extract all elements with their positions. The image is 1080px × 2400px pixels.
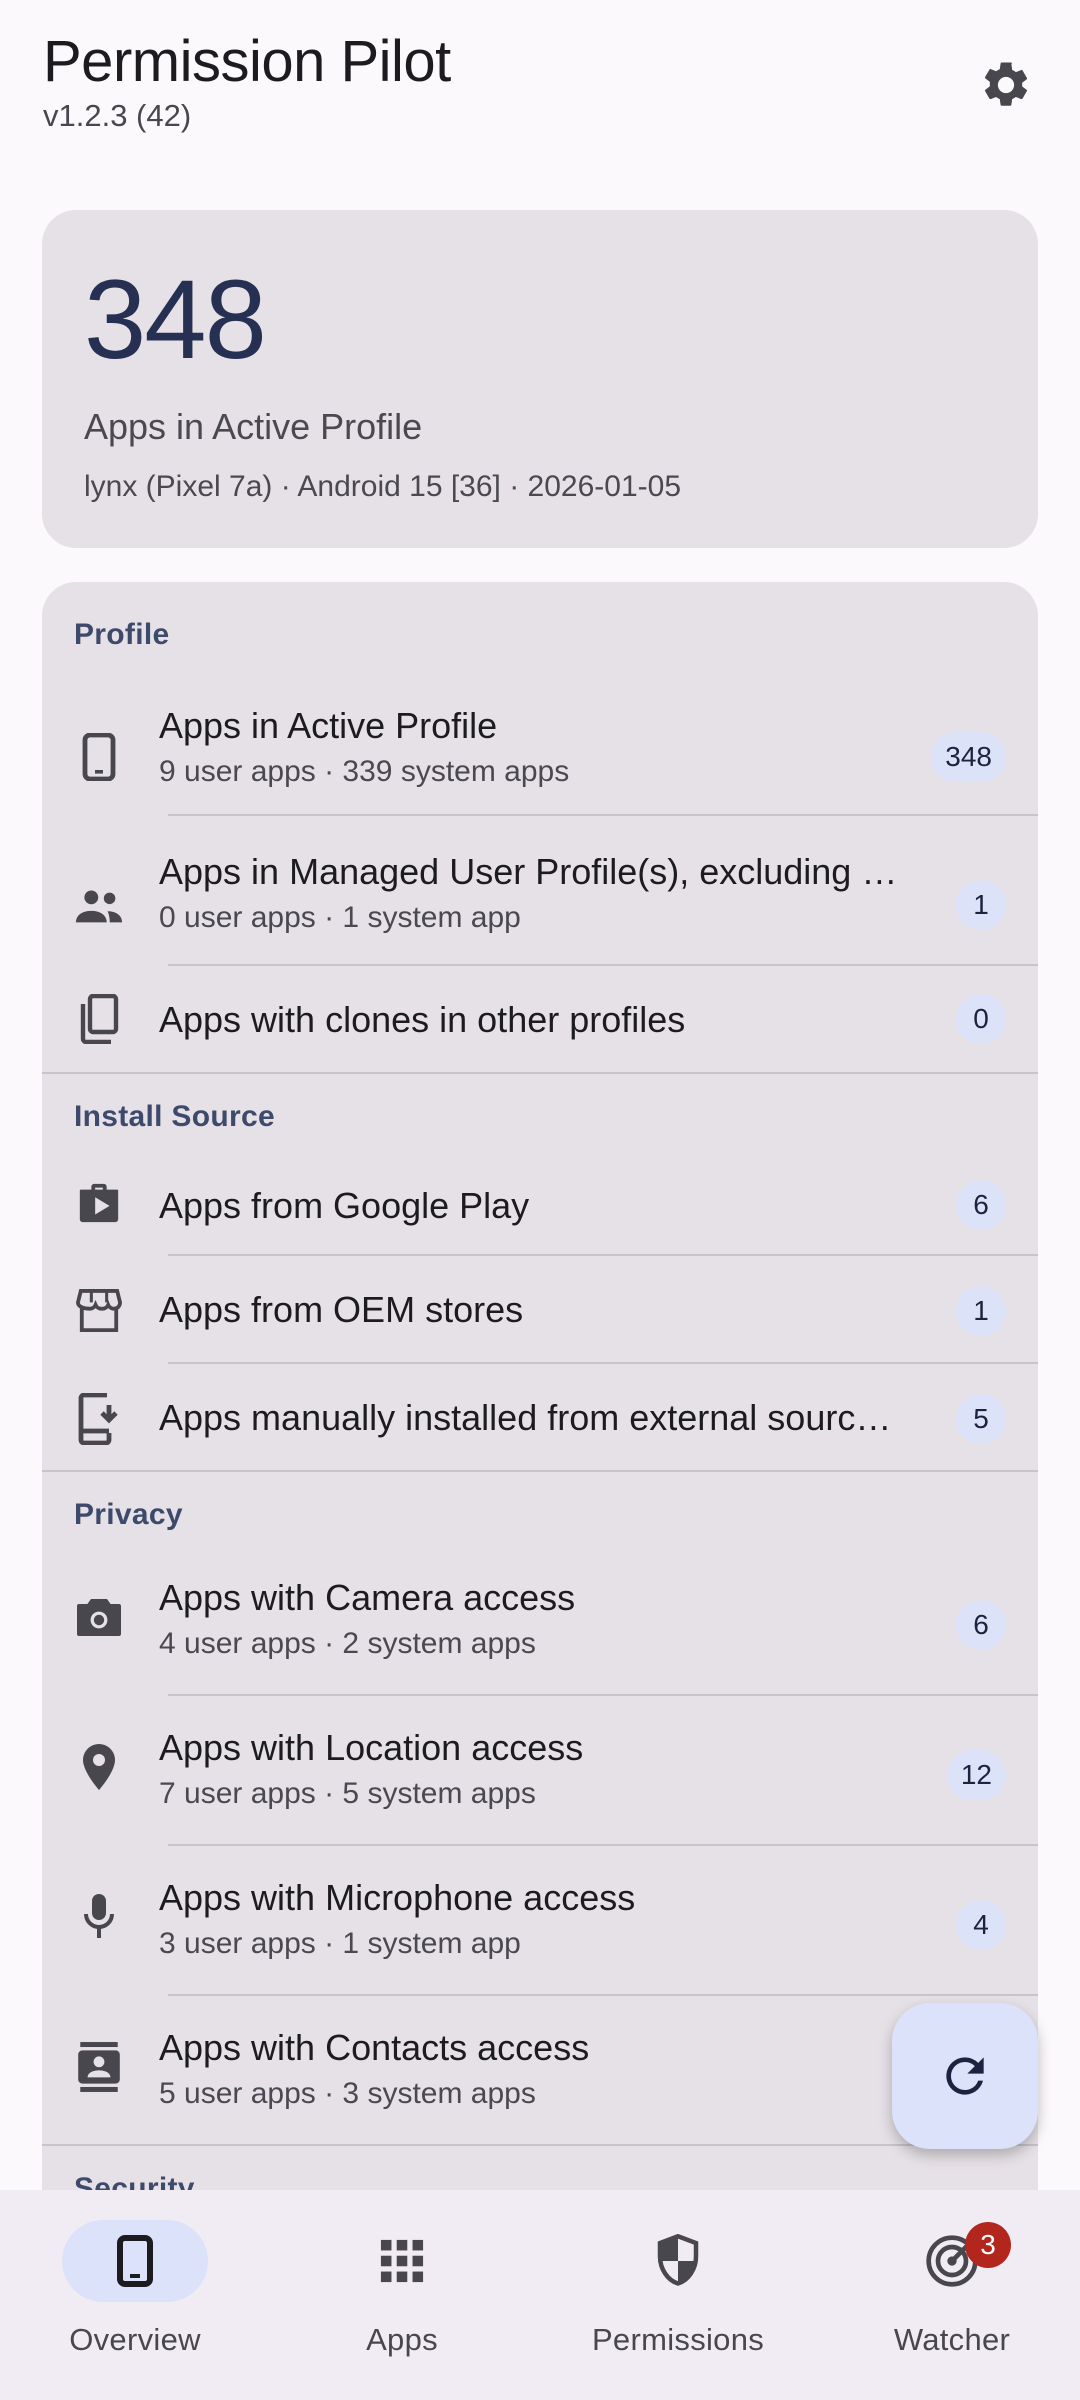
- list-item-camera[interactable]: Apps with Camera access 4 user apps · 2 …: [42, 1542, 1038, 1692]
- list-item-active-profile[interactable]: Apps in Active Profile 9 user apps · 339…: [42, 682, 1038, 832]
- app-header: Permission Pilot v1.2.3 (42): [43, 28, 1037, 148]
- phone-icon: [117, 2235, 153, 2287]
- list-item-title: Apps with Location access: [159, 1727, 584, 1768]
- list-item-title: Apps with Camera access: [159, 1577, 576, 1618]
- section-title-install-source: Install Source: [74, 1100, 275, 1133]
- list-item-microphone[interactable]: Apps with Microphone access 3 user apps …: [42, 1846, 1038, 1996]
- list-item-title: Apps with Microphone access: [159, 1877, 636, 1918]
- count-badge: 1: [956, 880, 1006, 930]
- people-icon: [74, 882, 124, 932]
- divider: [168, 1254, 1038, 1256]
- storefront-icon: [74, 1286, 124, 1336]
- section-divider: [42, 1072, 1038, 1074]
- location-pin-icon: [74, 1742, 124, 1792]
- count-badge: 12: [946, 1750, 1006, 1800]
- count-badge: 4: [956, 1900, 1006, 1950]
- refresh-icon: [946, 2057, 984, 2095]
- list-item-title: Apps with clones in other profiles: [159, 999, 686, 1040]
- shield-icon: [657, 2234, 699, 2286]
- count-badge: 5: [956, 1394, 1006, 1444]
- list-item-subtitle: 4 user apps · 2 system apps: [159, 1627, 536, 1660]
- copy-icon: [74, 994, 124, 1044]
- section-title-profile: Profile: [74, 618, 170, 651]
- camera-icon: [74, 1592, 124, 1642]
- apps-grid-icon: [380, 2239, 424, 2283]
- refresh-button[interactable]: [892, 2003, 1038, 2149]
- list-item-title: Apps with Contacts access: [159, 2027, 590, 2068]
- count-badge: 1: [956, 1286, 1006, 1336]
- list-item-title: Apps in Managed User Profile(s), excludi…: [159, 851, 898, 892]
- divider: [168, 1362, 1038, 1364]
- section-divider: [42, 2144, 1038, 2146]
- nav-item-watcher[interactable]: 3 Watcher: [817, 2220, 1080, 2358]
- list-item-clones[interactable]: Apps with clones in other profiles 0: [42, 966, 1038, 1072]
- count-badge: 0: [956, 994, 1006, 1044]
- nav-item-overview[interactable]: Overview: [0, 2220, 270, 2358]
- count-badge: 6: [956, 1600, 1006, 1650]
- device-info: lynx (Pixel 7a) · Android 15 [36] · 2026…: [84, 470, 681, 503]
- app-version: v1.2.3 (42): [43, 98, 192, 133]
- phone-icon: [74, 732, 124, 782]
- settings-button[interactable]: [975, 54, 1037, 116]
- nav-pill: [605, 2220, 751, 2302]
- divider: [168, 814, 1038, 816]
- app-title: Permission Pilot: [43, 29, 451, 94]
- count-badge: 6: [956, 1180, 1006, 1230]
- section-title-privacy: Privacy: [74, 1498, 183, 1531]
- list-item-managed-profiles[interactable]: Apps in Managed User Profile(s), excludi…: [42, 832, 1038, 982]
- list-item-title: Apps from Google Play: [159, 1185, 530, 1226]
- list-item-subtitle: 7 user apps · 5 system apps: [159, 1777, 536, 1810]
- nav-label: Overview: [69, 2322, 201, 2357]
- summary-label: Apps in Active Profile: [84, 406, 423, 447]
- nav-item-apps[interactable]: Apps: [267, 2220, 537, 2358]
- notification-badge: 3: [965, 2222, 1011, 2268]
- category-list: Profile Apps in Active Profile 9 user ap…: [42, 582, 1038, 2400]
- nav-pill: [62, 2220, 208, 2302]
- nav-label: Apps: [366, 2322, 438, 2357]
- app-count: 348: [84, 257, 267, 382]
- list-item-title: Apps in Active Profile: [159, 705, 498, 746]
- list-item-external-sources[interactable]: Apps manually installed from external so…: [42, 1366, 1038, 1472]
- list-item-title: Apps from OEM stores: [159, 1289, 524, 1330]
- list-item-subtitle: 3 user apps · 1 system app: [159, 1927, 521, 1960]
- list-item-contacts[interactable]: Apps with Contacts access 5 user apps · …: [42, 1996, 1038, 2146]
- contacts-icon: [74, 2042, 124, 2092]
- shop-bag-icon: [74, 1178, 124, 1228]
- list-item-google-play[interactable]: Apps from Google Play 6: [42, 1152, 1038, 1260]
- nav-item-permissions[interactable]: Permissions: [543, 2220, 813, 2358]
- microphone-icon: [74, 1892, 124, 1942]
- count-badge: 348: [931, 732, 1006, 782]
- nav-pill: 3: [879, 2220, 1025, 2302]
- nav-pill: [329, 2220, 475, 2302]
- summary-card[interactable]: 348 Apps in Active Profile lynx (Pixel 7…: [42, 210, 1038, 548]
- list-item-oem-stores[interactable]: Apps from OEM stores 1: [42, 1258, 1038, 1364]
- nav-label: Permissions: [591, 2322, 765, 2357]
- list-item-subtitle: 9 user apps · 339 system apps: [159, 755, 570, 788]
- list-item-location[interactable]: Apps with Location access 7 user apps · …: [42, 1696, 1038, 1846]
- screen: Permission Pilot v1.2.3 (42) 348 Apps in…: [0, 0, 1080, 2400]
- list-item-subtitle: 5 user apps · 3 system apps: [159, 2077, 536, 2110]
- nav-label: Watcher: [893, 2322, 1011, 2357]
- gear-icon: [984, 62, 1028, 106]
- bottom-navigation: Overview Apps Permissions 3 Watcher: [0, 2190, 1080, 2400]
- section-divider: [42, 1470, 1038, 1472]
- install-device-icon: [74, 1393, 124, 1445]
- list-item-title: Apps manually installed from external so…: [159, 1397, 892, 1438]
- list-item-subtitle: 0 user apps · 1 system app: [159, 901, 521, 934]
